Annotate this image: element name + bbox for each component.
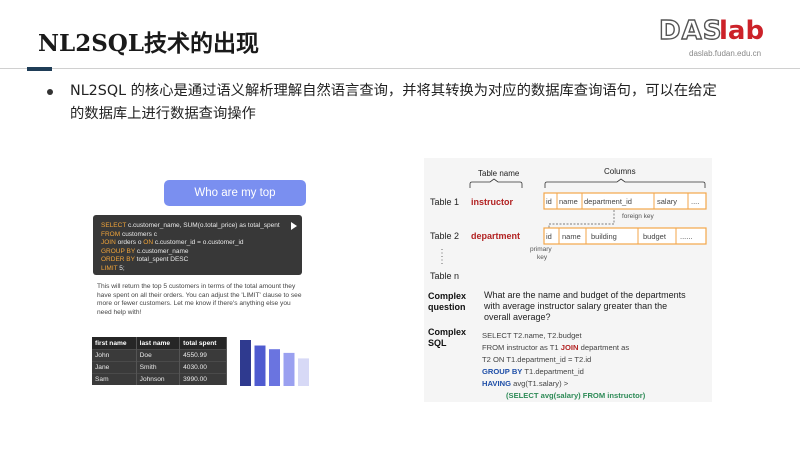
header-divider-accent	[27, 67, 52, 71]
sql-line: SELECT T2.name, T2.budget	[482, 331, 583, 340]
bullet-text: NL2SQL 的核心是通过语义解析理解自然语言查询，并将其转换为对应的数据库查询…	[70, 83, 717, 122]
table1-label: Table 1	[430, 197, 459, 207]
table-cell: Sam	[92, 373, 137, 385]
complex-question-label: question	[428, 302, 466, 312]
columns-brace	[544, 178, 706, 188]
table-cell: Smith	[136, 361, 181, 374]
daslab-logo: DAS lab daslab.fudan.edu.cn	[657, 15, 777, 60]
table-name-label: Table name	[478, 169, 520, 178]
complex-question-text: with average instructor salary greater t…	[483, 301, 667, 311]
sql-line: HAVING avg(T1.salary) >	[482, 379, 569, 388]
sql-line: T2 ON T1.department_id = T2.id	[482, 355, 591, 364]
table-cell: 4550.99	[179, 349, 227, 362]
table2-column: id	[546, 232, 552, 241]
complex-question-text: overall average?	[484, 312, 551, 322]
header-divider	[0, 68, 800, 69]
sql-line: (SELECT avg(salary) FROM instructor)	[506, 391, 646, 400]
table-cell: Doe	[136, 349, 181, 362]
columns-label: Columns	[604, 167, 636, 176]
user-question-bubble: Who are my top customers?	[164, 180, 306, 225]
table-name-brace	[469, 178, 523, 188]
logo-das-text: DAS	[658, 15, 723, 46]
complex-question-text: What are the name and budget of the depa…	[484, 290, 686, 300]
table-cell: 3990.00	[179, 373, 227, 385]
tablen-label: Table n	[430, 271, 459, 281]
complex-sql-code: SELECT T2.name, T2.budget FROM instructo…	[482, 331, 646, 400]
table2-column: name	[562, 232, 581, 241]
foreign-key-link	[548, 210, 615, 228]
nl2sql-schema-diagram: Table name Columns Table 1 instructor id…	[424, 158, 712, 402]
table-cell: John	[92, 349, 137, 362]
table2-label: Table 2	[430, 231, 459, 241]
table-header-row: first name last name total spent	[92, 337, 227, 350]
primary-key-label: primary	[530, 246, 552, 253]
table2-name: department	[471, 231, 520, 241]
chart-bar	[269, 349, 280, 386]
table1-name: instructor	[471, 197, 514, 207]
table2-column: ......	[680, 232, 693, 241]
table-cell: Johnson	[136, 373, 181, 385]
table1-column: ....	[691, 197, 699, 206]
column-header: total spent	[179, 337, 227, 350]
complex-sql-label: Complex	[428, 327, 466, 337]
column-header: last name	[136, 337, 181, 350]
result-bar-chart	[240, 340, 309, 386]
table-cell: 4030.00	[179, 361, 227, 374]
table-row: Jane Smith 4030.00	[92, 361, 227, 374]
table-row: Sam Johnson 3990.00	[92, 373, 227, 385]
chart-bar	[240, 340, 251, 386]
complex-sql-label: SQL	[428, 338, 447, 348]
slide-title: NL2SQL技术的出现	[38, 30, 260, 57]
table1-column: salary	[657, 197, 677, 206]
table2-column: building	[591, 232, 617, 241]
table-row: John Doe 4550.99	[92, 349, 227, 362]
bullet-dot	[47, 89, 53, 95]
complex-question-label: Complex	[428, 291, 466, 301]
column-header: first name	[92, 337, 137, 350]
primary-key-label: key	[537, 254, 548, 261]
play-icon[interactable]	[291, 222, 297, 230]
logo-url: daslab.fudan.edu.cn	[689, 49, 762, 58]
sql-line: FROM instructor as T1 JOIN department as	[482, 343, 629, 352]
sql-line: GROUP BY T1.department_id	[482, 367, 584, 376]
table1-column: department_id	[584, 197, 632, 206]
chart-bar	[298, 358, 309, 386]
assistant-answer: This will return the top 5 customers in …	[97, 283, 302, 316]
logo-lab-text: lab	[719, 16, 765, 46]
result-table: first name last name total spent John Do…	[92, 337, 227, 385]
chart-bar	[254, 345, 266, 386]
table2-column: budget	[643, 232, 667, 241]
chart-bar	[283, 352, 295, 386]
sql-code: SELECT c.customer_name, SUM(o.total_pric…	[101, 222, 280, 272]
table1-column: name	[559, 197, 578, 206]
sql-code-block: SELECT c.customer_name, SUM(o.total_pric…	[93, 215, 302, 275]
foreign-key-label: foreign key	[622, 213, 655, 220]
table-cell: Jane	[92, 361, 137, 374]
table1-column: id	[546, 197, 552, 206]
